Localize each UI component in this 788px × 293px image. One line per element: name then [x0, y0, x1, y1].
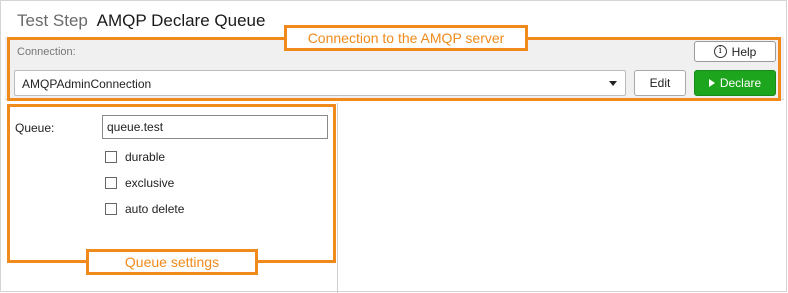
connection-callout: Connection to the AMQP server — [284, 25, 528, 51]
auto-delete-checkbox[interactable]: auto delete — [105, 202, 184, 216]
help-button-label: Help — [731, 44, 757, 59]
connection-select-value: AMQPAdminConnection — [22, 77, 152, 91]
checkbox-box[interactable] — [105, 177, 117, 189]
title-prefix: Test Step — [17, 11, 88, 30]
queue-name-input[interactable] — [102, 115, 328, 139]
page-title: Test Step AMQP Declare Queue — [17, 11, 265, 31]
info-circle-icon: i — [713, 45, 727, 58]
checkbox-box[interactable] — [105, 151, 117, 163]
durable-label: durable — [125, 150, 166, 164]
connection-select[interactable]: AMQPAdminConnection — [14, 70, 626, 96]
declare-button-label: Declare — [719, 76, 762, 90]
help-button[interactable]: i Help — [694, 41, 776, 62]
edit-button[interactable]: Edit — [634, 70, 686, 96]
connection-label: Connection: — [17, 46, 76, 58]
play-icon — [708, 79, 715, 87]
durable-checkbox[interactable]: durable — [105, 150, 165, 164]
auto-delete-label: auto delete — [125, 202, 185, 216]
edit-button-label: Edit — [649, 76, 671, 90]
exclusive-checkbox[interactable]: exclusive — [105, 176, 174, 190]
queue-label: Queue: — [15, 121, 55, 135]
title-name: AMQP Declare Queue — [96, 11, 266, 30]
checkbox-box[interactable] — [105, 203, 117, 215]
queue-settings-callout: Queue settings — [86, 249, 258, 275]
exclusive-label: exclusive — [125, 176, 175, 190]
declare-button[interactable]: Declare — [694, 70, 776, 96]
chevron-down-icon — [609, 81, 617, 86]
